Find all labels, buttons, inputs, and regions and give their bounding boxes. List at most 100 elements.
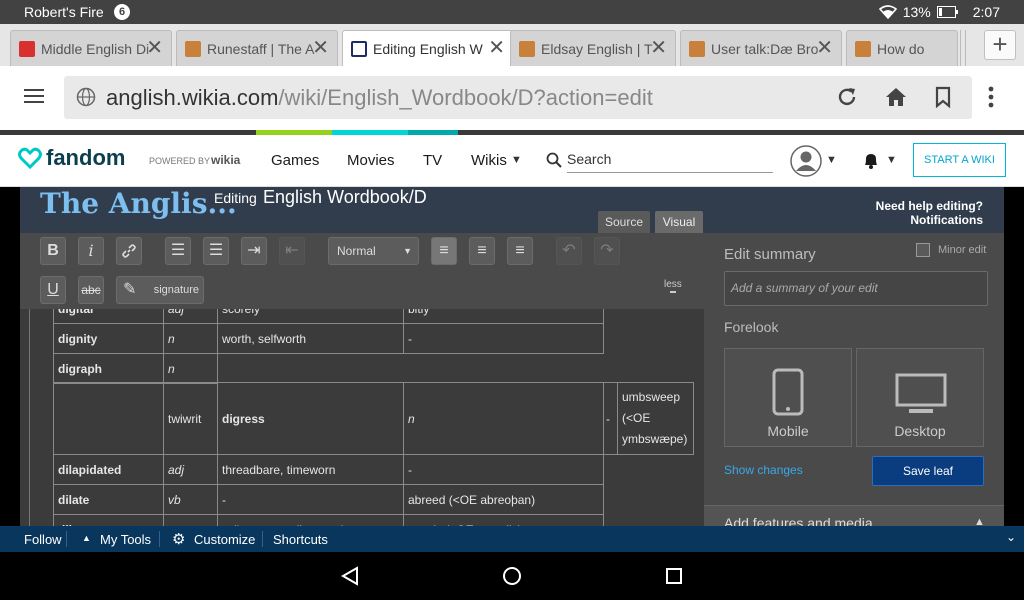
back-icon[interactable] <box>341 566 359 586</box>
editor-content[interactable]: digital adj scorely bitly dignity n wort… <box>20 309 704 526</box>
chevron-down-icon[interactable]: ▼ <box>511 154 522 166</box>
new-tab-button[interactable]: + <box>984 30 1016 60</box>
start-a-wiki-button[interactable]: START A WIKI <box>913 143 1006 177</box>
fandom-heart-icon[interactable] <box>18 146 42 170</box>
redo-icon: ↷ <box>600 242 614 259</box>
mobile-label: Mobile <box>767 423 809 439</box>
content-left-border <box>29 309 30 526</box>
wordbook-table: digital adj scorely bitly dignity n wort… <box>53 309 604 384</box>
table-cell: digraph <box>53 353 164 384</box>
fandom-logo[interactable]: fandom <box>46 145 125 171</box>
browser-tab[interactable]: Eldsay English | T ✕ <box>510 30 676 66</box>
table-cell: abreed (<OE abreoþan) <box>403 484 604 515</box>
redo-button[interactable]: ↷ <box>594 237 620 265</box>
close-icon[interactable]: ✕ <box>650 38 667 58</box>
italic-button[interactable]: i <box>78 237 104 265</box>
tab-favicon-icon <box>689 40 705 57</box>
signature-button[interactable]: ✎ signature <box>116 276 204 304</box>
table-row: dilate vb - abreed (<OE abreoþan) <box>53 484 604 515</box>
forelook-label: Forelook <box>724 319 779 335</box>
recent-apps-icon[interactable] <box>665 567 683 585</box>
notification-bell-icon[interactable] <box>862 151 880 169</box>
browser-tab[interactable]: Middle English Di ✕ <box>10 30 172 66</box>
less-toggle[interactable]: less <box>664 279 682 290</box>
close-icon[interactable]: ✕ <box>816 38 833 58</box>
table-cell: adj <box>163 454 218 485</box>
align-right-button[interactable]: ≡ <box>507 237 533 265</box>
browser-tab-active[interactable]: Editing English W ✕ <box>342 30 514 66</box>
chevron-down-icon: ▼ <box>403 246 412 256</box>
browser-tab[interactable]: How do <box>846 30 958 66</box>
search-icon[interactable] <box>546 152 562 168</box>
close-icon[interactable]: ✕ <box>488 38 505 58</box>
collapse-chevron-icon[interactable]: ⌄ <box>1006 530 1016 544</box>
close-icon[interactable]: ✕ <box>146 38 163 58</box>
my-tools-button[interactable]: My Tools <box>100 532 151 547</box>
bold-button[interactable]: B <box>40 237 66 265</box>
preview-desktop-button[interactable]: Desktop <box>856 348 984 447</box>
table-cell: tweolc (<OE tweo-lic) <box>403 514 604 526</box>
chevron-down-icon[interactable]: ▼ <box>886 154 897 166</box>
page-title: English Wordbook/D <box>263 187 427 207</box>
avatar[interactable] <box>790 145 822 177</box>
nav-tv[interactable]: TV <box>423 152 442 169</box>
undo-icon: ↶ <box>562 242 576 259</box>
home-icon[interactable] <box>885 86 907 108</box>
hamburger-menu-icon[interactable] <box>24 88 44 104</box>
help-editing-link[interactable]: Need help editing? <box>876 199 983 213</box>
outdent-button[interactable]: ⇤ <box>279 237 305 265</box>
minor-edit-checkbox[interactable] <box>916 243 930 257</box>
strikethrough-button[interactable]: abc <box>78 276 104 304</box>
nav-wikis[interactable]: Wikis <box>471 152 507 169</box>
table-cell: n <box>163 323 218 354</box>
clock: 2:07 <box>972 4 1000 20</box>
edit-summary-input[interactable]: Add a summary of your edit <box>724 271 988 306</box>
overflow-menu-icon[interactable] <box>988 86 994 108</box>
browser-tab[interactable]: User talk:Dæ Bro ✕ <box>680 30 842 66</box>
follow-button[interactable]: Follow <box>24 532 62 547</box>
chevron-up-icon[interactable]: ▲ <box>82 533 91 543</box>
show-changes-link[interactable]: Show changes <box>724 463 803 477</box>
preview-mobile-button[interactable]: Mobile <box>724 348 852 447</box>
divider <box>66 531 67 547</box>
bookmark-icon[interactable] <box>935 86 951 108</box>
shortcuts-button[interactable]: Shortcuts <box>273 532 328 547</box>
table-cell: - <box>217 484 404 515</box>
table-cell: bitly <box>403 309 604 324</box>
table-row: digraph n <box>53 353 604 384</box>
table-cell: twiwrit <box>163 382 218 455</box>
nav-movies[interactable]: Movies <box>347 152 395 169</box>
format-dropdown[interactable]: Normal ▼ <box>328 237 419 265</box>
table-cell: dilemma <box>53 514 164 526</box>
tab-source[interactable]: Source <box>598 211 650 233</box>
link-icon <box>122 244 136 258</box>
align-right-icon: ≡ <box>515 242 525 259</box>
save-button[interactable]: Save leaf <box>872 456 984 486</box>
home-circle-icon[interactable] <box>502 566 522 586</box>
reload-icon[interactable] <box>836 86 858 108</box>
gear-icon[interactable]: ⚙ <box>172 530 185 548</box>
search-input[interactable]: Search <box>567 151 773 173</box>
bulleted-list-button[interactable]: ☰ <box>165 237 191 265</box>
underline-button[interactable]: U <box>40 276 66 304</box>
chevron-down-icon[interactable]: ▼ <box>826 154 837 166</box>
wiki-logo[interactable]: The Anglis... <box>40 187 237 220</box>
notifications-link[interactable]: Notifications <box>910 213 983 227</box>
table-cell: dilate <box>53 484 164 515</box>
browser-tab[interactable]: Runestaff | The A ✕ <box>176 30 338 66</box>
align-center-button[interactable]: ≡ <box>469 237 495 265</box>
tab-visual[interactable]: Visual <box>655 211 703 233</box>
table-cell: umbsweep (<OE ymbswæpe) <box>617 382 694 455</box>
tab-favicon-icon <box>185 40 201 57</box>
tab-stack-edge <box>960 30 966 66</box>
close-icon[interactable]: ✕ <box>312 38 329 58</box>
link-button[interactable] <box>116 237 142 265</box>
nav-games[interactable]: Games <box>271 152 319 169</box>
numbered-list-button[interactable]: ☰ <box>203 237 229 265</box>
url-path: /wiki/English_Wordbook/D?action=edit <box>278 85 653 110</box>
indent-button[interactable]: ⇥ <box>241 237 267 265</box>
add-features-panel[interactable]: Add features and media ▲ <box>704 505 1004 526</box>
customize-button[interactable]: Customize <box>194 532 255 547</box>
align-left-button[interactable]: ≡ <box>431 237 457 265</box>
undo-button[interactable]: ↶ <box>556 237 582 265</box>
